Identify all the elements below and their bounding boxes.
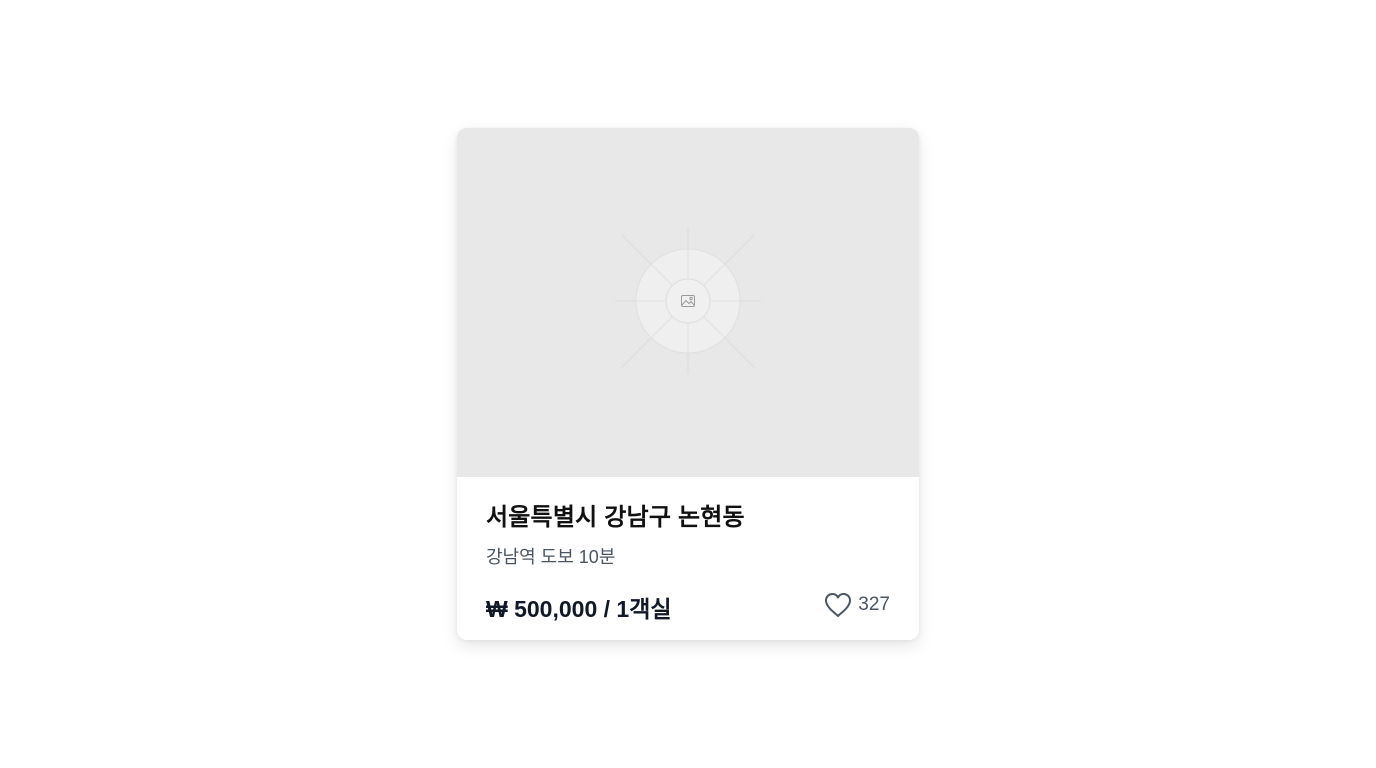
listing-card[interactable]: 서울특별시 강남구 논현동 강남역 도보 10분 ₩ 500,000 / 1객실…	[457, 128, 919, 640]
listing-info: 서울특별시 강남구 논현동 강남역 도보 10분 ₩ 500,000 / 1객실…	[457, 477, 919, 640]
heart-icon	[825, 593, 852, 617]
listing-image-placeholder	[457, 128, 919, 477]
listing-subtitle: 강남역 도보 10분	[486, 547, 616, 567]
like-count: 327	[858, 594, 890, 615]
like-button[interactable]: 327	[824, 591, 890, 619]
listing-title[interactable]: 서울특별시 강남구 논현동	[486, 497, 745, 532]
image-placeholder-icon	[615, 228, 761, 374]
listing-price: ₩ 500,000 / 1객실	[486, 596, 672, 622]
